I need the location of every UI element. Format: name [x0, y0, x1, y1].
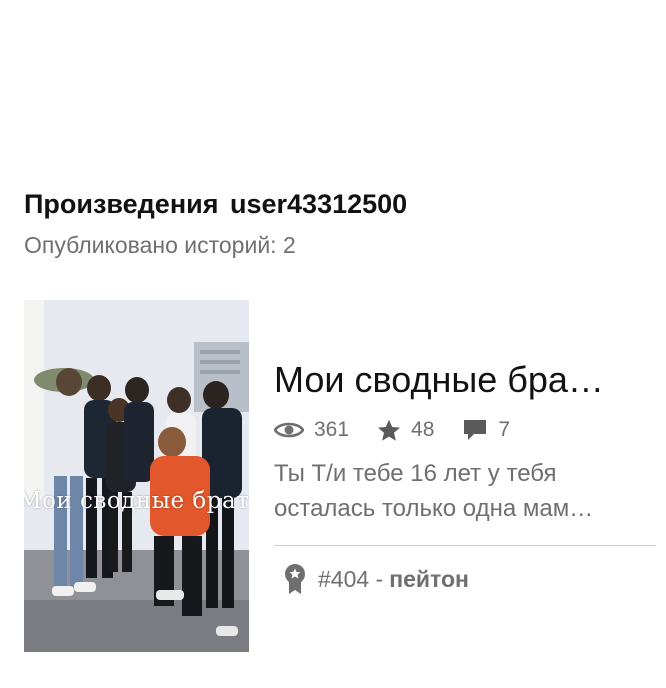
- ribbon-badge-icon: [285, 564, 305, 594]
- cover-photo: [24, 300, 249, 652]
- cover-overlay-text: Мои сводные братья: [24, 488, 249, 514]
- username-link[interactable]: user43312500: [230, 189, 407, 219]
- comment-icon: [464, 420, 487, 440]
- story-stats: 361 48 7: [274, 414, 538, 446]
- eye-icon: [274, 422, 304, 438]
- star-icon: [378, 419, 401, 441]
- published-count: Опубликовано историй: 2: [24, 232, 296, 258]
- story-description: Ты Т/и тебе 16 лет у тебя осталась тольк…: [274, 456, 649, 526]
- views-stat: 361: [274, 418, 349, 442]
- description-line: Ты Т/и тебе 16 лет у тебя: [274, 460, 557, 487]
- votes-stat: 48: [377, 418, 434, 442]
- votes-count: 48: [411, 418, 435, 441]
- description-line: осталась только одна мам…: [274, 495, 594, 522]
- story-cover[interactable]: Мои сводные братья: [24, 300, 249, 652]
- story-title[interactable]: Мои сводные бра…: [274, 358, 644, 402]
- story-rank[interactable]: #404 - пейтон: [282, 563, 469, 595]
- comments-count: 7: [498, 418, 511, 441]
- works-label: Произведения: [24, 189, 219, 219]
- profile-works-header: Произведения user43312500 Опубликовано и…: [24, 186, 644, 260]
- works-title: Произведения user43312500: [24, 186, 644, 222]
- divider: [274, 545, 656, 546]
- views-count: 361: [314, 418, 350, 441]
- rank-tag[interactable]: пейтон: [389, 566, 469, 593]
- rank-number: #404 -: [318, 565, 384, 592]
- story-card[interactable]: Мои сводные братья Мои сводные бра… 361 …: [24, 300, 656, 652]
- comments-stat: 7: [462, 418, 510, 442]
